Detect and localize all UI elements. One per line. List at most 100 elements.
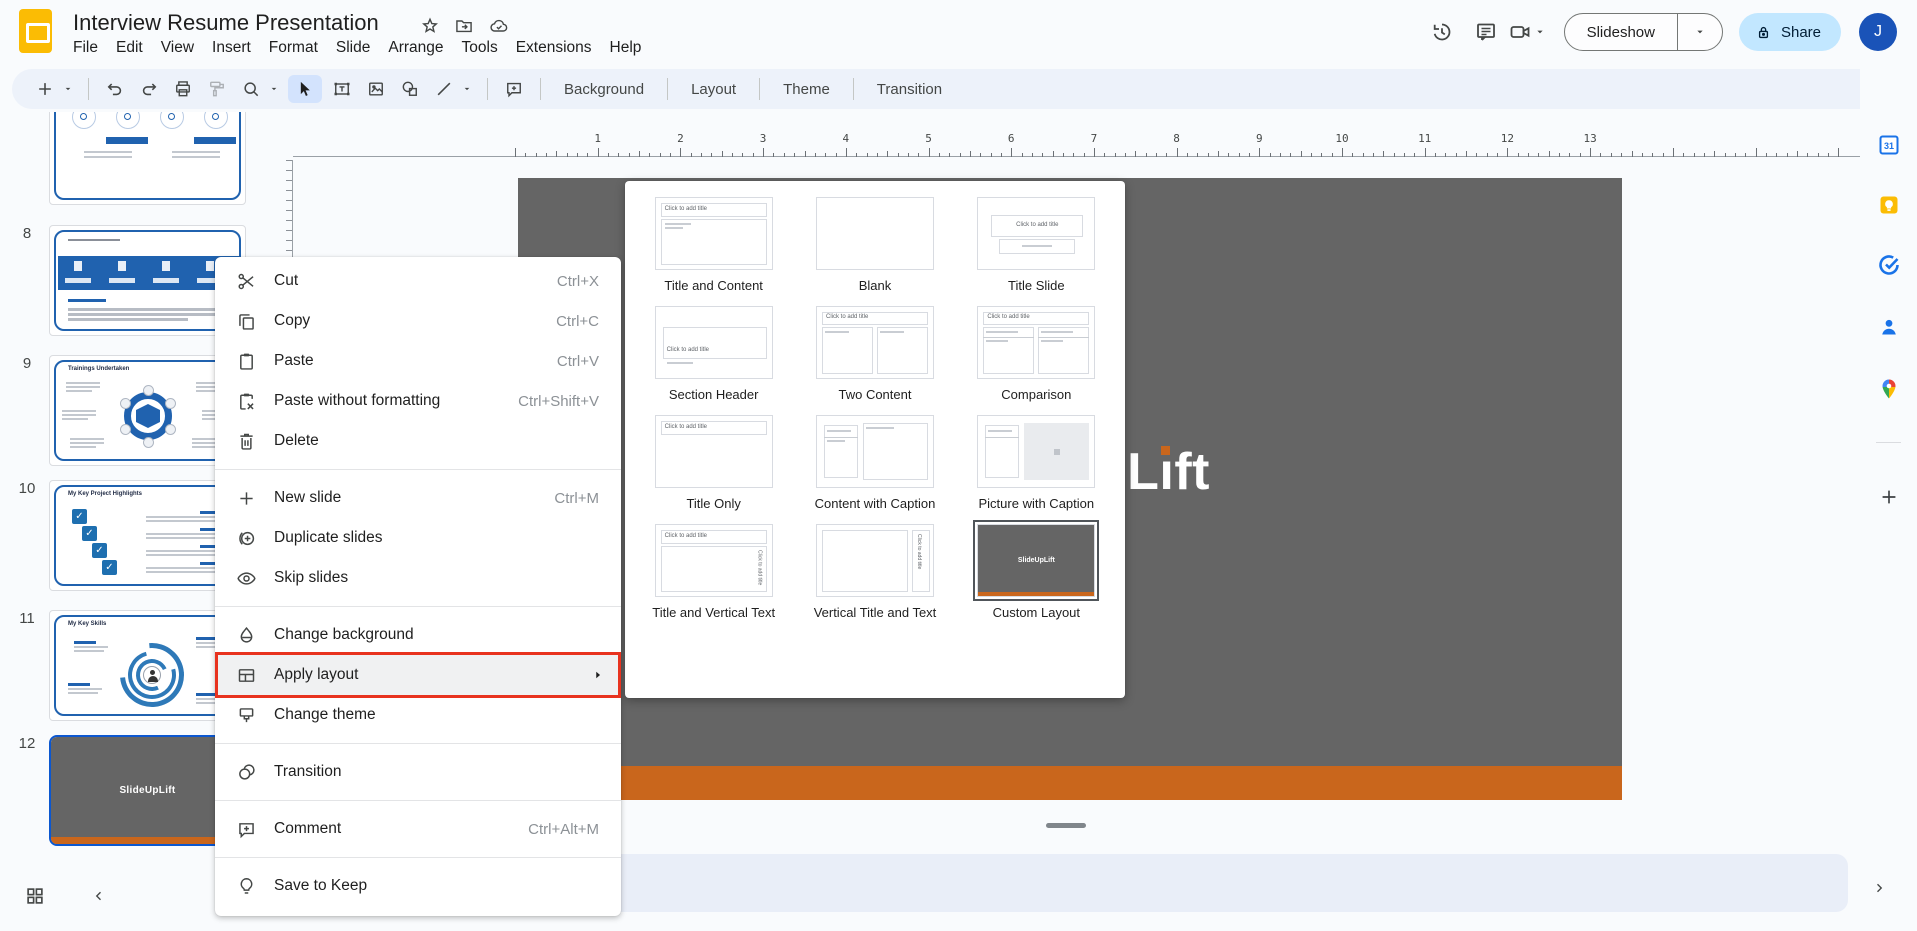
slides-logo-icon[interactable] [19,9,52,53]
insert-image-button[interactable] [362,75,390,103]
menu-tools[interactable]: Tools [453,37,507,59]
context-item-save-to-keep[interactable]: Save to Keep [215,866,621,906]
grid-view-icon[interactable] [24,885,46,907]
ruler-tick [1383,151,1384,158]
menu-edit[interactable]: Edit [107,37,152,59]
text-box-button[interactable] [328,75,356,103]
star-icon[interactable] [420,16,440,36]
layout-thumbnail [816,415,934,488]
transition-button[interactable]: Transition [863,76,956,103]
context-item-copy[interactable]: CopyCtrl+C [215,301,621,341]
layout-option-title-and-content[interactable]: Click to add titleTitle and Content [633,197,794,293]
slideshow-options-button[interactable] [1678,14,1722,50]
line-caret-icon[interactable] [459,75,475,103]
new-slide-button[interactable] [31,75,59,103]
layout-option-picture-with-caption[interactable]: Picture with Caption [956,415,1117,511]
new-slide-caret-icon[interactable] [60,75,76,103]
context-item-new-slide[interactable]: New slideCtrl+M [215,478,621,518]
ruler-tick [711,153,712,157]
layout-option-vertical-title-and-text[interactable]: Click to add titleVertical Title and Tex… [794,524,955,620]
layout-icon [235,664,257,686]
comment-history-icon[interactable] [1464,10,1508,54]
context-item-delete[interactable]: Delete [215,421,621,461]
context-item-transition[interactable]: Transition [215,752,621,792]
context-item-paste[interactable]: PasteCtrl+V [215,341,621,381]
insert-shape-button[interactable] [396,75,424,103]
menu-view[interactable]: View [152,37,203,59]
ruler-tick [1228,153,1229,157]
collapse-filmstrip-icon[interactable] [90,887,108,905]
undo-button[interactable] [101,75,129,103]
context-item-duplicate-slides[interactable]: Duplicate slides [215,518,621,558]
menu-extensions[interactable]: Extensions [507,37,601,59]
context-item-label: Comment [274,820,508,838]
select-tool-button[interactable] [288,75,322,103]
layout-option-section-header[interactable]: Click to add titleSection Header [633,306,794,402]
paint-format-button[interactable] [203,75,231,103]
calendar-icon[interactable]: 31 [1876,132,1902,158]
zoom-caret-icon[interactable] [266,75,282,103]
layout-label: Comparison [956,387,1117,402]
layout-option-blank[interactable]: Blank [794,197,955,293]
ruler-tick [815,153,816,157]
bulb-icon [235,875,257,897]
insert-comment-button[interactable] [500,75,528,103]
collapse-rail-icon[interactable] [1870,879,1888,897]
contacts-icon[interactable] [1876,314,1902,340]
context-item-cut[interactable]: CutCtrl+X [215,261,621,301]
context-item-apply-layout[interactable]: Apply layout [215,655,621,695]
ruler-tick [1094,148,1095,157]
context-item-change-background[interactable]: Change background [215,615,621,655]
slideshow-button[interactable]: Slideshow [1565,14,1678,50]
ruler-tick [1135,151,1136,158]
print-button[interactable] [169,75,197,103]
ruler-tick [1497,153,1498,157]
layout-option-two-content[interactable]: Click to add titleTwo Content [794,306,955,402]
menu-format[interactable]: Format [260,37,327,59]
ruler-tick [649,153,650,157]
layout-option-custom-layout[interactable]: SlideUpLiftCustom Layout [956,524,1117,620]
layout-option-comparison[interactable]: Click to add title Comparison [956,306,1117,402]
zoom-button[interactable] [237,75,265,103]
tasks-icon[interactable] [1876,252,1902,278]
move-folder-icon[interactable] [454,16,474,36]
ruler-tick [1818,153,1819,157]
context-menu-separator [215,743,621,744]
layout-thumbnail: Click to add title [977,306,1095,379]
maps-icon[interactable] [1876,376,1902,402]
document-title[interactable]: Interview Resume Presentation [73,10,379,36]
cloud-saved-icon[interactable] [488,16,510,36]
ruler-tick [1466,151,1467,158]
redo-button[interactable] [135,75,163,103]
menu-insert[interactable]: Insert [203,37,260,59]
layout-button[interactable]: Layout [677,76,750,103]
version-history-icon[interactable] [1420,10,1464,54]
keep-icon[interactable] [1876,192,1902,218]
layout-thumbnail: Click to add title [816,306,934,379]
avatar[interactable]: J [1859,13,1897,51]
layout-option-title-and-vertical-text[interactable]: Click to add titleClick to add titleTitl… [633,524,794,620]
layout-option-title-only[interactable]: Click to add titleTitle Only [633,415,794,511]
menu-arrange[interactable]: Arrange [379,37,452,59]
context-item-change-theme[interactable]: Change theme [215,695,621,735]
insert-line-button[interactable] [430,75,458,103]
ruler-tick [1063,153,1064,157]
theme-button[interactable]: Theme [769,76,844,103]
menu-slide[interactable]: Slide [327,37,379,59]
ruler-tick [1476,153,1477,157]
speaker-notes-drag-handle[interactable] [1046,823,1086,828]
context-item-paste-without-formatting[interactable]: Paste without formattingCtrl+Shift+V [215,381,621,421]
menu-file[interactable]: File [64,37,107,59]
ruler-tick [680,148,681,157]
add-panel-icon[interactable] [1876,484,1902,510]
layout-option-content-with-caption[interactable]: Content with Caption [794,415,955,511]
context-item-skip-slides[interactable]: Skip slides [215,558,621,598]
context-item-comment[interactable]: CommentCtrl+Alt+M [215,809,621,849]
menu-help[interactable]: Help [601,37,651,59]
share-button[interactable]: Share [1739,13,1841,51]
slide-thumbnail-partial[interactable] [49,112,246,205]
background-button[interactable]: Background [550,76,658,103]
layout-option-title-slide[interactable]: Click to add titleTitle Slide [956,197,1117,293]
meet-button[interactable] [1508,20,1548,44]
context-item-label: Duplicate slides [274,529,607,547]
